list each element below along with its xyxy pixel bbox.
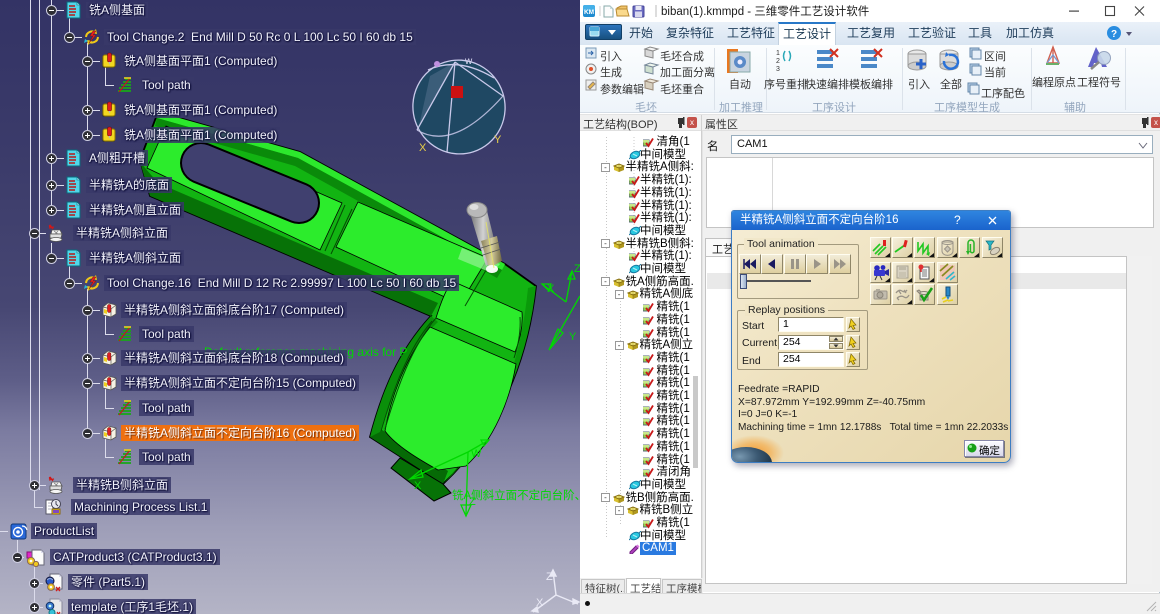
svg-text:KM: KM [584, 9, 594, 16]
svg-text:Y: Y [494, 134, 502, 146]
svg-text:X: X [536, 597, 544, 609]
svg-text:Z: Z [546, 571, 553, 583]
svg-text:biban(1).kmmpd - 三维零件工艺设计软件: biban(1).kmmpd - 三维零件工艺设计软件 [661, 4, 869, 18]
svg-text:1: 1 [776, 50, 780, 57]
svg-text:Y: Y [569, 331, 577, 343]
svg-text:铣A侧斜立面不定向台阶、铣: 铣A侧斜立面不定向台阶、铣 [452, 488, 580, 502]
svg-text:W: W [471, 448, 482, 460]
svg-text:X: X [419, 142, 427, 154]
svg-text:Z: Z [574, 263, 580, 275]
svg-text:?: ? [1111, 29, 1117, 40]
svg-text:2: 2 [776, 58, 780, 65]
svg-text:w: w [464, 56, 473, 67]
svg-text:X: X [547, 283, 555, 295]
svg-text:X: X [414, 480, 422, 492]
svg-text:3: 3 [776, 66, 780, 73]
